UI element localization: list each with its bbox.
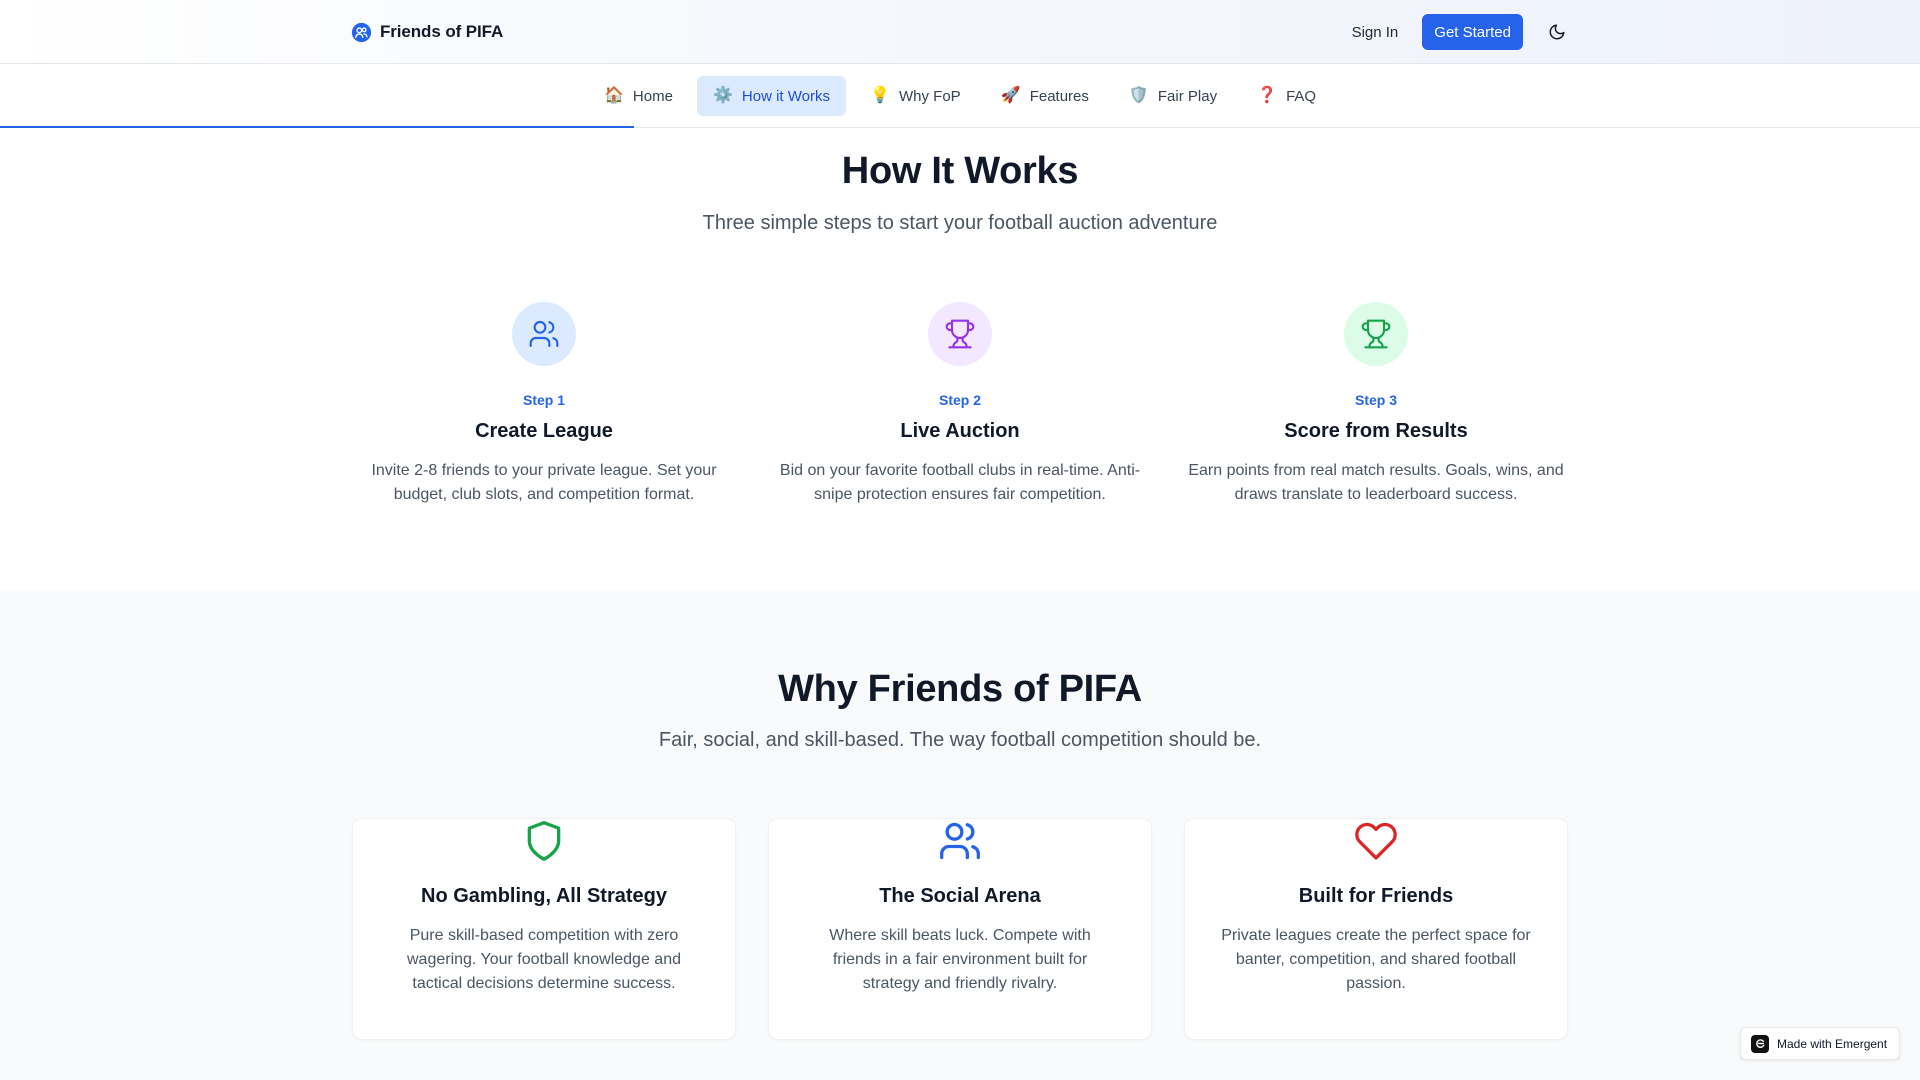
trophy-icon (1361, 319, 1391, 349)
moon-icon (1549, 24, 1565, 40)
rocket-icon: 🚀 (1000, 87, 1021, 104)
top-header: Friends of PIFA Sign In Get Started (0, 0, 1920, 64)
card-icon-wrap (1354, 819, 1398, 863)
step-number: Step 1 (522, 392, 565, 408)
step-icon-circle (512, 302, 576, 366)
tab-home[interactable]: 🏠 Home (588, 76, 689, 116)
why-section: Why Friends of PIFA Fair, social, and sk… (0, 590, 1920, 1080)
brand-logo-icon (351, 22, 372, 42)
badge-text: Made with Emergent (1777, 1036, 1888, 1051)
step-number: Step 2 (938, 392, 981, 408)
lightbulb-icon: 💡 (870, 87, 890, 104)
section-subtitle: Three simple steps to start your footbal… (702, 212, 1218, 234)
tab-faq[interactable]: ❓ FAQ (1241, 76, 1332, 116)
step-title: Live Auction (900, 420, 1020, 442)
how-it-works-section: How It Works Three simple steps to start… (0, 128, 1920, 590)
feature-card: Built for Friends Private leagues create… (1184, 818, 1568, 1040)
tab-list: 🏠 Home ⚙️ How it Works 💡 Why FoP 🚀 Featu… (0, 76, 1920, 116)
step-description: Bid on your favorite football clubs in r… (779, 462, 1141, 503)
tab-label: Home (632, 87, 673, 105)
shield-icon: 🛡️ (1128, 87, 1149, 104)
step-icon-circle (928, 302, 992, 366)
feature-card: The Social Arena Where skill beats luck.… (768, 818, 1152, 1040)
section-tab-nav: 🏠 Home ⚙️ How it Works 💡 Why FoP 🚀 Featu… (0, 64, 1920, 128)
step-icon-circle (1344, 302, 1408, 366)
users-icon (529, 320, 559, 348)
tab-label: How it Works (741, 87, 830, 105)
feature-card: No Gambling, All Strategy Pure skill-bas… (352, 818, 736, 1040)
step-card: Step 2 Live Auction Bid on your favorite… (765, 302, 1155, 507)
theme-toggle-button[interactable] (1539, 14, 1575, 50)
tab-how-it-works[interactable]: ⚙️ How it Works (696, 76, 846, 116)
brand[interactable]: Friends of PIFA (351, 20, 503, 44)
tab-why-fop[interactable]: 💡 Why FoP (854, 76, 977, 116)
step-card: Step 3 Score from Results Earn points fr… (1181, 302, 1571, 507)
heart-icon (1355, 822, 1397, 860)
tab-features[interactable]: 🚀 Features (985, 76, 1105, 116)
step-description: Invite 2-8 friends to your private leagu… (371, 462, 717, 503)
tab-fair-play[interactable]: 🛡️ Fair Play (1113, 76, 1233, 116)
step-title: Create League (475, 420, 613, 442)
emergent-logo-icon (1751, 1034, 1769, 1053)
card-description: Pure skill-based competition with zero w… (407, 927, 681, 992)
card-description: Where skill beats luck. Compete with fri… (829, 927, 1091, 992)
card-title: The Social Arena (879, 885, 1041, 907)
card-title: No Gambling, All Strategy (421, 885, 667, 907)
users-icon (940, 822, 980, 860)
brand-name: Friends of PIFA (380, 22, 504, 41)
section-title: How It Works (841, 150, 1079, 192)
shield-icon (527, 821, 561, 861)
tab-label: Fair Play (1157, 87, 1218, 105)
step-description: Earn points from real match results. Goa… (1188, 462, 1564, 503)
tab-label: FAQ (1286, 87, 1317, 105)
card-icon-wrap (938, 819, 982, 863)
card-title: Built for Friends (1298, 885, 1454, 907)
gear-icon: ⚙️ (712, 87, 733, 104)
tab-label: Why FoP (899, 87, 961, 105)
trophy-icon (945, 319, 975, 349)
header-actions: Sign In Get Started (1342, 14, 1575, 50)
sign-in-button[interactable]: Sign In (1342, 16, 1409, 49)
section-subtitle: Fair, social, and skill-based. The way f… (658, 729, 1262, 751)
card-icon-wrap (522, 819, 566, 863)
tab-label: Features (1029, 87, 1089, 105)
section-title: Why Friends of PIFA (778, 668, 1142, 710)
card-description: Private leagues create the perfect space… (1221, 927, 1531, 992)
get-started-button[interactable]: Get Started (1422, 14, 1523, 50)
question-icon: ❓ (1257, 87, 1278, 104)
step-number: Step 3 (1354, 392, 1397, 408)
step-title: Score from Results (1284, 420, 1468, 442)
made-with-badge[interactable]: Made with Emergent (1740, 1027, 1900, 1060)
home-icon: 🏠 (603, 87, 624, 104)
step-card: Step 1 Create League Invite 2-8 friends … (349, 302, 739, 507)
